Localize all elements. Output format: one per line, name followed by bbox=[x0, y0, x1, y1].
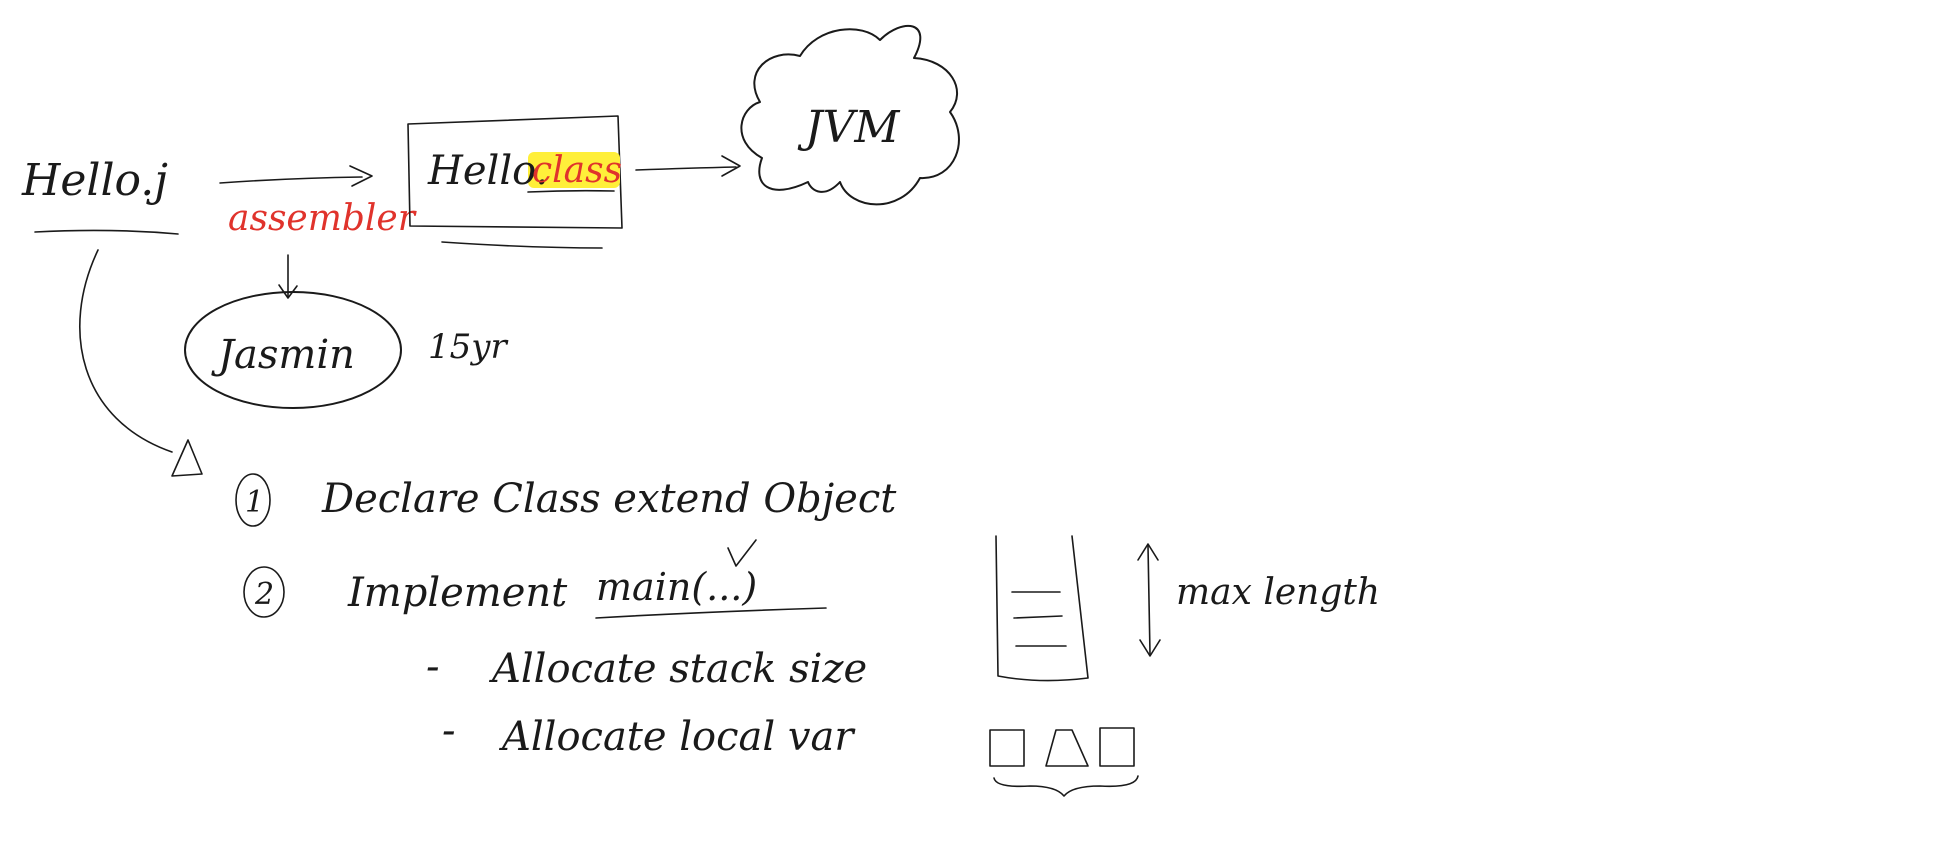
step2-number: 2 bbox=[254, 577, 274, 612]
class-ext-underline bbox=[527, 189, 615, 193]
sub2-dash: - bbox=[442, 708, 456, 754]
steps-list: 1 Declare Class extend Object 2 Implemen… bbox=[235, 473, 897, 760]
sub1-dash: - bbox=[426, 644, 440, 690]
step2-text: Implement bbox=[347, 570, 568, 616]
sub1-text: Allocate stack size bbox=[488, 646, 867, 692]
arrow-class-to-jvm bbox=[635, 155, 741, 177]
class-file-label: Hello. bbox=[427, 148, 548, 194]
step2-main: main(...) bbox=[596, 565, 757, 609]
assembler-label: assembler bbox=[228, 198, 417, 239]
sub2-text: Allocate local var bbox=[498, 714, 856, 760]
stack-line-2 bbox=[1013, 615, 1063, 619]
jvm-node: JVM bbox=[740, 25, 960, 206]
step1-text: Declare Class extend Object bbox=[321, 476, 897, 522]
local-vars-sketch bbox=[989, 727, 1139, 797]
arrow-source-to-class bbox=[219, 165, 373, 187]
step1-number: 1 bbox=[245, 485, 264, 520]
main-underline bbox=[595, 607, 827, 619]
local-vars-brace bbox=[993, 775, 1139, 797]
class-ext-label: class bbox=[532, 150, 622, 191]
stack-height-arrow bbox=[1147, 545, 1151, 655]
class-file-node: Hello. class bbox=[407, 115, 623, 249]
source-underline bbox=[34, 229, 179, 235]
jasmin-label: Jasmin bbox=[211, 332, 355, 378]
jasmin-node: Jasmin 15yr bbox=[184, 291, 508, 409]
jvm-label: JVM bbox=[797, 102, 900, 153]
arrow-source-to-steps bbox=[79, 249, 203, 477]
stack-label: max length bbox=[1176, 572, 1380, 613]
whiteboard-canvas: Hello.j assembler Hello. class JVM Jasmi… bbox=[21, 25, 1380, 797]
class-file-shadow bbox=[441, 241, 603, 249]
age-label: 15yr bbox=[428, 327, 508, 367]
local-var-box-3 bbox=[1099, 727, 1135, 767]
source-node: Hello.j bbox=[21, 155, 179, 235]
stack-container bbox=[995, 535, 1089, 682]
main-tick bbox=[727, 539, 757, 567]
stack-sketch: max length bbox=[995, 535, 1380, 682]
source-file-label: Hello.j bbox=[21, 155, 168, 206]
local-var-box-1 bbox=[989, 729, 1025, 767]
local-var-box-2 bbox=[1045, 729, 1089, 767]
